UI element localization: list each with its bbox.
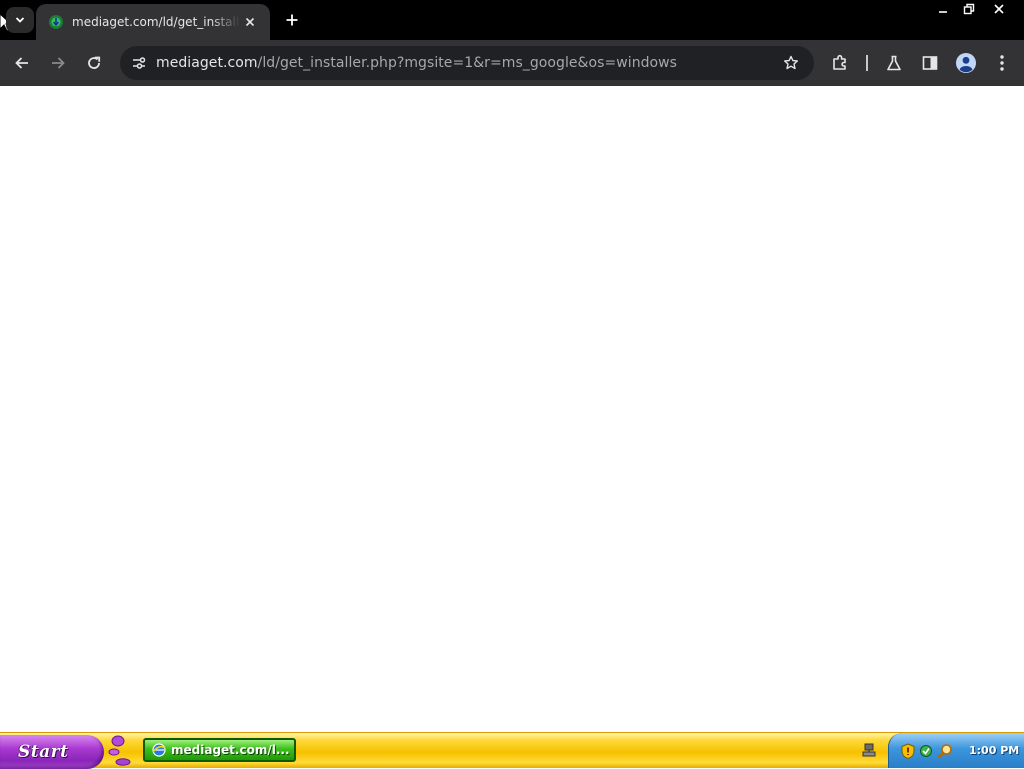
tab-search-button[interactable] — [6, 7, 34, 33]
plus-icon — [286, 14, 298, 26]
security-shield-icon[interactable] — [901, 742, 915, 759]
reload-icon — [88, 56, 101, 69]
extensions-icon — [833, 54, 846, 70]
chevron-down-icon — [15, 17, 25, 23]
extensions-button[interactable] — [826, 49, 854, 77]
start-decoration-icon — [108, 735, 131, 766]
back-icon — [15, 57, 28, 69]
bookmark-star-icon — [784, 55, 798, 70]
forward-icon — [52, 57, 65, 69]
start-button[interactable]: Start — [0, 735, 104, 769]
labs-button[interactable] — [880, 49, 908, 77]
url-host: mediaget.com — [156, 55, 258, 71]
bookmark-button[interactable] — [776, 48, 806, 78]
start-label: Start — [18, 742, 69, 762]
updates-icon[interactable] — [919, 743, 933, 759]
browser-tab-active[interactable]: mediaget.com/ld/get_installer.php?mgsite… — [36, 4, 270, 40]
minimize-button[interactable] — [932, 0, 954, 18]
side-panel-button[interactable] — [916, 49, 944, 77]
tab-close-button[interactable] — [240, 12, 260, 32]
browser-menu-button[interactable] — [988, 49, 1016, 77]
profile-avatar-icon — [956, 53, 976, 73]
search-magnifier-icon[interactable] — [937, 743, 953, 759]
back-button[interactable] — [8, 49, 36, 77]
taskbar-item-browser[interactable]: mediaget.com/l... — [143, 738, 296, 762]
new-tab-button[interactable] — [280, 8, 304, 32]
address-bar[interactable]: mediaget.com/ld/get_installer.php?mgsite… — [120, 46, 814, 80]
restore-icon — [963, 3, 975, 15]
tab-strip: mediaget.com/ld/get_installer.php?mgsite… — [0, 0, 1024, 40]
window-controls — [932, 0, 1014, 20]
side-panel-icon — [922, 56, 938, 70]
browser-toolbar: mediaget.com/ld/get_installer.php?mgsite… — [0, 40, 1024, 86]
labs-flask-icon — [887, 55, 901, 71]
tab-title: mediaget.com/ld/get_installer.php?mgsite… — [72, 15, 240, 29]
window-close-button[interactable] — [984, 0, 1014, 18]
close-icon — [245, 17, 255, 27]
taskbar-item-label: mediaget.com/l... — [171, 743, 290, 757]
network-icon[interactable] — [862, 742, 876, 758]
taskbar-clock[interactable]: 1:00 PM — [969, 744, 1019, 757]
reload-button[interactable] — [80, 49, 108, 77]
mediaget-globe-icon — [49, 15, 63, 29]
forward-button[interactable] — [44, 49, 72, 77]
minimize-icon — [939, 11, 947, 13]
site-info-button[interactable] — [122, 46, 156, 80]
web-page-content — [0, 86, 1024, 732]
close-icon — [994, 4, 1004, 14]
url-path: /ld/get_installer.php?mgsite=1&r=ms_goog… — [257, 55, 678, 71]
ie-globe-icon — [152, 743, 166, 757]
profile-button[interactable] — [952, 49, 980, 77]
system-tray: 1:00 PM — [888, 733, 1024, 768]
toolbar-divider — [866, 55, 868, 71]
menu-kebab-icon — [1000, 55, 1004, 71]
site-info-icon — [133, 57, 146, 69]
restore-button[interactable] — [958, 0, 980, 18]
url-text[interactable]: mediaget.com/ld/get_installer.php?mgsite… — [156, 55, 776, 71]
